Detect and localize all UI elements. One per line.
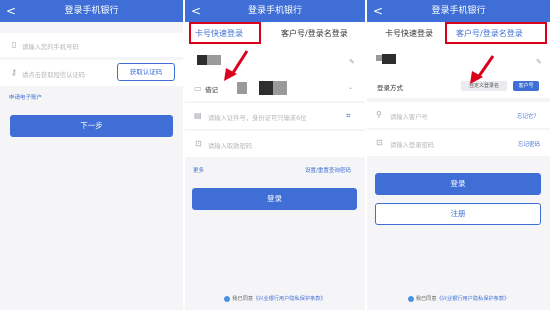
header-bar: < 登录手机银行 xyxy=(185,0,365,22)
login-button[interactable]: 登录 xyxy=(375,173,541,195)
forgot-password-link[interactable]: 忘记密码 xyxy=(518,140,540,148)
scan-icon[interactable]: ⌗ xyxy=(346,112,351,120)
lock-icon: ⊡ xyxy=(376,138,383,147)
pin-row: ⊡ 请输入取款密码 xyxy=(185,131,365,157)
tab-bar: 卡号快速登录 客户号/登录名登录 xyxy=(185,22,365,46)
edit-icon[interactable]: ✎ xyxy=(536,58,542,66)
account-card: ✎ xyxy=(185,46,365,76)
masked-name xyxy=(382,54,396,64)
more-link[interactable]: 更多 xyxy=(193,166,204,174)
sms-code-input[interactable]: 请点击获取短信认证码 xyxy=(22,70,85,79)
terms-footer: 我已同意《兴业银行用户隐私保护条款》 xyxy=(367,295,550,302)
get-code-button[interactable]: 获取认证码 xyxy=(117,63,175,81)
key-icon: ⚷ xyxy=(11,68,17,77)
checkbox-icon[interactable] xyxy=(224,295,231,302)
register-button[interactable]: 注册 xyxy=(375,203,541,225)
phone-input[interactable]: 请输入您的手机号码 xyxy=(22,42,79,51)
card-login-screen: < 登录手机银行 卡号快速登录 客户号/登录名登录 ✎ ▭ 借记 ⌄ ▤ 请输入… xyxy=(185,0,365,310)
card-icon: ▭ xyxy=(194,84,202,93)
customer-number-tag[interactable]: 客户号 xyxy=(513,81,539,91)
forgot-customer-number-link[interactable]: 忘记它？ xyxy=(517,112,539,120)
terms-prefix: 我已同意 xyxy=(415,296,437,302)
chevron-down-icon[interactable]: ⌄ xyxy=(348,84,353,92)
tab-bar: 卡号快速登录 客户号/登录名登录 xyxy=(367,22,550,46)
terms-footer: 我已同意《兴业银行用户隐私保护条款》 xyxy=(185,295,365,302)
account-card: ✎ xyxy=(367,46,550,74)
login-method-row: 登录方式 自定义登录名 客户号 xyxy=(367,74,550,98)
arrow-annotation xyxy=(224,50,249,81)
password-row: ⊡ 请输入登录密码 忘记密码 xyxy=(367,130,550,156)
login-method-label: 登录方式 xyxy=(377,84,403,92)
apply-account-link[interactable]: 申请电子账户 xyxy=(9,93,42,101)
customer-login-screen: < 登录手机银行 卡号快速登录 客户号/登录名登录 ✎ 登录方式 自定义登录名 … xyxy=(367,0,550,310)
card-select-row[interactable]: ▭ 借记 ⌄ xyxy=(185,76,365,101)
next-button[interactable]: 下一步 xyxy=(10,115,173,137)
id-card-icon: ▤ xyxy=(194,111,202,120)
lock-icon: ⊡ xyxy=(195,139,202,148)
customer-number-row: ⚲ 请输入客户号 忘记它？ xyxy=(367,102,550,128)
tab-customer-login[interactable]: 客户号/登录名登录 xyxy=(281,28,348,39)
masked-card-number xyxy=(259,81,273,95)
id-row: ▤ 请输入证件号，身份证可只输末6位 ⌗ xyxy=(185,103,365,129)
header-bar: < 登录手机银行 xyxy=(367,0,550,22)
password-input[interactable]: 请输入登录密码 xyxy=(390,140,434,149)
login-button[interactable]: 登录 xyxy=(192,188,357,210)
highlight-box xyxy=(445,22,547,44)
customer-number-input[interactable]: 请输入客户号 xyxy=(390,112,428,121)
masked-card-prefix xyxy=(237,82,247,94)
privacy-terms-link[interactable]: 《兴业银行用户隐私保护条款》 xyxy=(437,296,510,302)
id-number-input[interactable]: 请输入证件号，身份证可只输末6位 xyxy=(208,113,306,122)
tab-card-login[interactable]: 卡号快速登录 xyxy=(385,28,433,39)
arrow-annotation xyxy=(470,55,495,84)
page-title: 登录手机银行 xyxy=(431,6,486,16)
reset-password-link[interactable]: 设置/重置查询密码 xyxy=(305,166,351,174)
highlight-box xyxy=(189,22,261,44)
header-bar: < 登录手机银行 xyxy=(0,0,183,22)
checkbox-icon[interactable] xyxy=(407,295,414,302)
privacy-terms-link[interactable]: 《兴业银行用户隐私保护条款》 xyxy=(253,296,326,302)
masked-name xyxy=(207,55,221,65)
sms-login-screen: < 登录手机银行 ▯ 请输入您的手机号码 ⚷ 请点击获取短信认证码 获取认证码 … xyxy=(0,0,183,310)
phone-row: ▯ 请输入您的手机号码 xyxy=(0,33,183,57)
sms-code-row: ⚷ 请点击获取短信认证码 获取认证码 xyxy=(0,60,183,86)
pin-input[interactable]: 请输入取款密码 xyxy=(208,141,252,150)
card-type-label: 借记 xyxy=(205,86,218,94)
phone-icon: ▯ xyxy=(12,40,17,49)
page-title: 登录手机银行 xyxy=(247,6,302,16)
page-title: 登录手机银行 xyxy=(64,6,119,16)
masked-card-number xyxy=(273,81,287,95)
terms-prefix: 我已同意 xyxy=(232,296,254,302)
user-icon: ⚲ xyxy=(376,110,382,119)
edit-icon[interactable]: ✎ xyxy=(349,58,355,66)
masked-avatar xyxy=(197,55,207,65)
